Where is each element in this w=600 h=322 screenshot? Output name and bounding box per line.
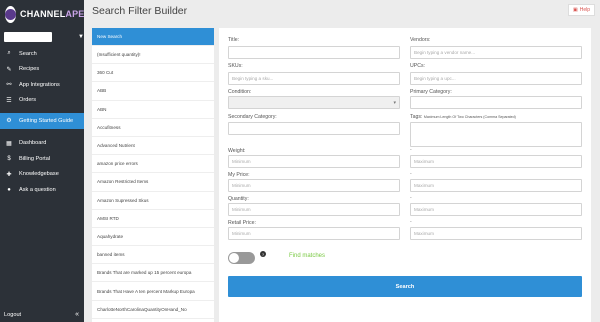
sidebar-item-label: Knowledgebase: [19, 171, 59, 178]
saved-search-item[interactable]: Brands That are marked up 15 percent eur…: [92, 264, 214, 283]
retail-price-max-field[interactable]: Maximum: [410, 227, 582, 240]
sidebar-item-knowledgebase[interactable]: ✚ Knowledgebase: [0, 167, 84, 183]
saved-search-item[interactable]: Advanced Nutrient: [92, 137, 214, 156]
retail-price-min-field[interactable]: Minimum: [228, 227, 400, 240]
sidebar-item-label: Getting Started Guide: [19, 117, 74, 124]
weight-min-field[interactable]: Minimum: [228, 155, 400, 168]
page-title: Search Filter Builder: [92, 5, 188, 17]
sidebar-item-dashboard[interactable]: ▦ Dashboard: [0, 136, 84, 152]
tags-textarea[interactable]: [410, 122, 582, 147]
sidebar-nav: ⌕ Search ✎ Recipes ⚯ App Integrations ☰ Orders ⚙…: [0, 46, 84, 198]
sidebar-item-search[interactable]: ⌕ Search: [0, 46, 84, 62]
collapse-sidebar-icon[interactable]: «: [75, 311, 79, 318]
sidebar-item-billing-portal[interactable]: $ Billing Portal: [0, 151, 84, 167]
sidebar-item-label: Recipes: [19, 66, 40, 73]
account-name-box[interactable]: [4, 31, 52, 42]
money-icon: $: [7, 155, 11, 162]
help-label: Help: [579, 7, 591, 13]
sidebar: CHANNELAPE ▼ ⌕ Search ✎ Recipes ⚯ App Integra…: [0, 0, 84, 322]
find-matches-toggle[interactable]: [228, 252, 255, 264]
range-dash: -: [410, 195, 412, 201]
dashboard-icon: ▦: [6, 140, 12, 147]
chevron-down-icon[interactable]: ▼: [78, 34, 84, 40]
ape-logo-icon: [5, 5, 16, 23]
range-dash: -: [410, 171, 412, 177]
sidebar-item-label: Billing Portal: [19, 155, 51, 162]
gear-icon: ⚙: [6, 118, 12, 125]
saved-search-item[interactable]: ABB: [92, 82, 214, 101]
new-search-item[interactable]: New Search: [92, 28, 214, 46]
saved-search-item[interactable]: Brands That Have A ten percent Markup Eu…: [92, 282, 214, 301]
saved-search-item[interactable]: AMSI RTD: [92, 210, 214, 228]
tags-label-text: Tags:: [410, 114, 423, 120]
chat-icon: ●: [7, 186, 11, 193]
filter-form: Title: Vendors: Begin typing a vendor na…: [219, 28, 591, 322]
search-icon: ⌕: [7, 50, 11, 57]
saved-search-item[interactable]: Accufitness: [92, 119, 214, 137]
vendors-field[interactable]: Begin typing a vendor name...: [410, 46, 582, 59]
saved-search-item[interactable]: banned items: [92, 246, 214, 265]
saved-search-item[interactable]: 360 Cut: [92, 64, 214, 83]
upcs-label: UPCs:: [410, 63, 425, 69]
account-selector[interactable]: ▼: [0, 28, 84, 42]
condition-select[interactable]: [228, 96, 400, 109]
retail-price-label: Retail Price:: [228, 220, 256, 226]
title-field[interactable]: [228, 46, 400, 59]
quantity-min-field[interactable]: Minimum: [228, 203, 400, 216]
find-matches-label[interactable]: Find matches: [289, 253, 325, 259]
toggle-knob: [229, 253, 239, 263]
primary-category-label: Primary Category:: [410, 89, 452, 95]
sidebar-item-label: App Integrations: [19, 81, 60, 88]
vendors-label: Vendors:: [410, 37, 431, 43]
skus-field[interactable]: Begin typing a sku...: [228, 72, 400, 85]
weight-max-field[interactable]: Maximum: [410, 155, 582, 168]
book-icon: ✚: [6, 171, 12, 178]
search-button[interactable]: Search: [228, 276, 582, 297]
quantity-max-field[interactable]: Maximum: [410, 203, 582, 216]
plug-icon: ⚯: [6, 82, 12, 89]
tags-hint: Maximum Length Of Two Characters (Comma …: [423, 115, 516, 119]
tags-label: Tags: Maximum Length Of Two Characters (…: [410, 114, 516, 120]
my-price-max-field[interactable]: Maximum: [410, 179, 582, 192]
sidebar-item-label: Search: [19, 50, 37, 57]
saved-search-item[interactable]: Amazon Restricted Items: [92, 173, 214, 192]
sidebar-item-orders[interactable]: ☰ Orders: [0, 93, 84, 109]
help-button[interactable]: ▣ Help: [568, 4, 595, 16]
sidebar-item-recipes[interactable]: ✎ Recipes: [0, 62, 84, 78]
logout-link[interactable]: Logout: [4, 312, 21, 318]
sidebar-item-ask-a-question[interactable]: ● Ask a question: [0, 182, 84, 198]
help-icon: ▣: [572, 7, 578, 13]
nav-spacer: [0, 129, 84, 136]
saved-search-item[interactable]: amazon price errors: [92, 155, 214, 174]
skus-label: SKUs:: [228, 63, 243, 69]
saved-search-item[interactable]: Aquahydrate: [92, 228, 214, 247]
wrench-icon: ✎: [6, 66, 12, 73]
brand-name: CHANNELAPE: [20, 9, 85, 19]
brand-logo[interactable]: CHANNELAPE: [0, 0, 84, 28]
saved-search-item[interactable]: ABN: [92, 101, 214, 119]
primary-category-field[interactable]: [410, 96, 582, 109]
title-label: Title:: [228, 37, 240, 43]
secondary-category-label: Secondary Category:: [228, 114, 277, 120]
saved-search-item[interactable]: CharlotteNorthCarolinaQuantityOnHand_No: [92, 301, 214, 319]
saved-search-list: New Search (Insufficient quantity)! 360 Cu…: [92, 28, 214, 322]
weight-label: Weight:: [228, 148, 246, 154]
question-icon[interactable]: ?: [260, 251, 266, 257]
sidebar-item-label: Dashboard: [19, 140, 47, 147]
condition-label: Condition:: [228, 89, 252, 95]
sidebar-item-label: Orders: [19, 97, 37, 104]
range-dash: -: [410, 219, 412, 225]
sidebar-item-label: Ask a question: [19, 186, 56, 193]
list-icon: ☰: [6, 97, 12, 104]
sidebar-item-app-integrations[interactable]: ⚯ App Integrations: [0, 77, 84, 93]
upcs-field[interactable]: Begin typing a upc...: [410, 72, 582, 85]
sidebar-item-getting-started-guide[interactable]: ⚙ Getting Started Guide: [0, 113, 84, 129]
saved-search-item[interactable]: (Insufficient quantity)!: [92, 46, 214, 65]
secondary-category-field[interactable]: [228, 122, 400, 135]
my-price-min-field[interactable]: Minimum: [228, 179, 400, 192]
my-price-label: My Price:: [228, 172, 250, 178]
range-dash: -: [410, 147, 412, 153]
saved-search-item[interactable]: Amazon Supressed Skus: [92, 192, 214, 210]
quantity-label: Quantity:: [228, 196, 249, 202]
